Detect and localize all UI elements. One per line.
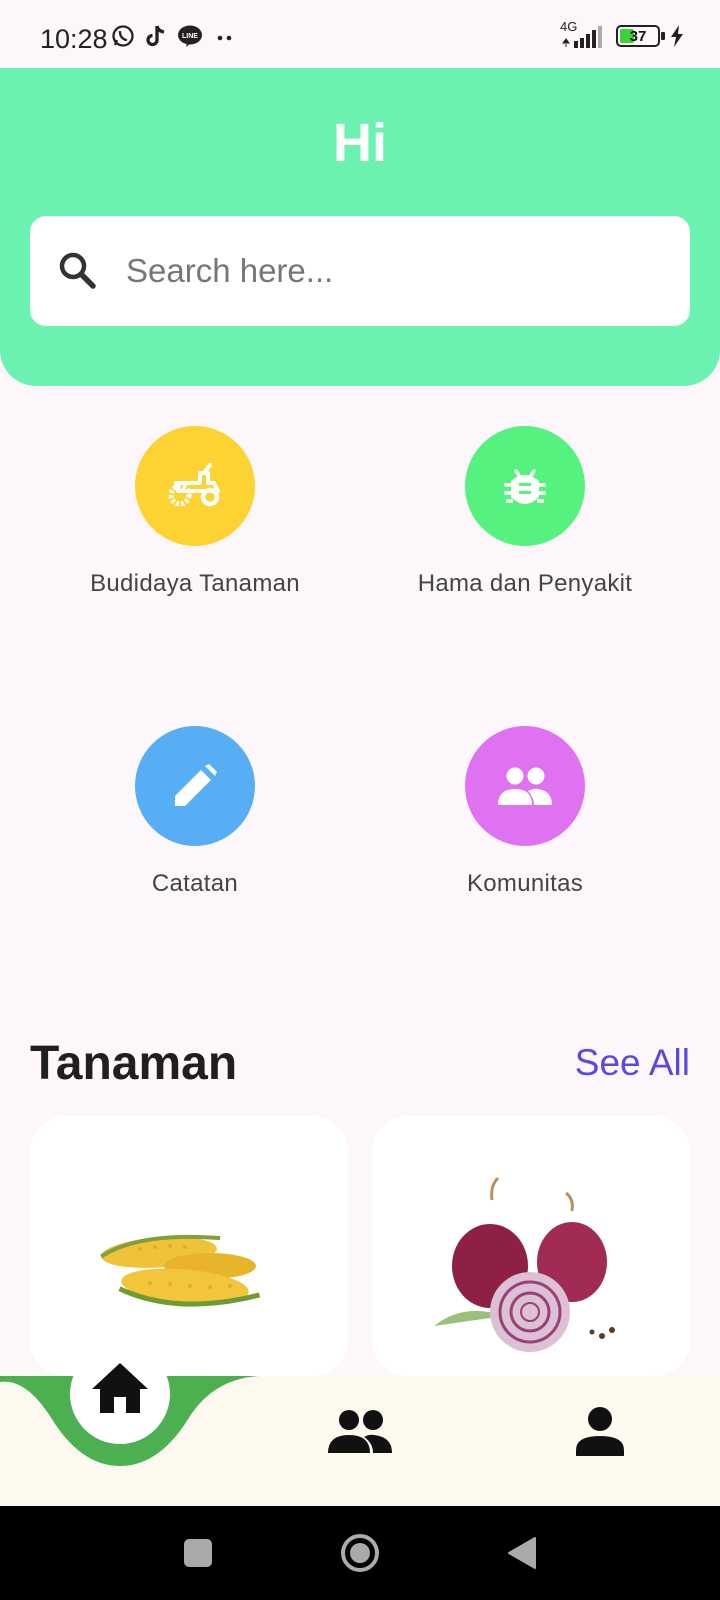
system-navigation-bar	[0, 1506, 720, 1600]
circle-icon	[341, 1534, 379, 1572]
group-icon	[498, 767, 552, 805]
see-all-link[interactable]: See All	[575, 1042, 690, 1084]
menu-label: Hama dan Penyakit	[417, 570, 633, 597]
battery-indicator: 37	[616, 25, 665, 47]
corn-image	[100, 1234, 261, 1307]
whatsapp-icon	[112, 25, 134, 47]
bottom-navigation	[0, 1363, 720, 1506]
home-icon	[92, 1363, 148, 1413]
menu-icon-circle[interactable]	[465, 426, 585, 546]
search-icon	[59, 252, 96, 289]
pencil-icon	[175, 764, 217, 806]
square-icon	[184, 1539, 212, 1567]
status-app-icons: LINE	[111, 24, 237, 48]
tractor-icon	[168, 463, 220, 507]
line-icon: LINE	[178, 25, 202, 47]
menu-catatan[interactable]: Catatan	[30, 726, 360, 898]
tiktok-icon	[146, 25, 165, 47]
menu-label: Budidaya Tanaman	[90, 570, 300, 597]
menu-budidaya-tanaman[interactable]: Budidaya Tanaman	[30, 426, 360, 598]
nav-profile-button[interactable]	[560, 1396, 640, 1466]
status-bar: 10:28 LINE 4G 37	[0, 0, 720, 68]
svg-text:LINE: LINE	[182, 33, 198, 40]
plant-card-corn[interactable]	[30, 1116, 348, 1376]
search-input[interactable]	[126, 244, 666, 298]
menu-icon-circle[interactable]	[465, 726, 585, 846]
community-icon	[328, 1410, 392, 1453]
signal-icon	[562, 26, 602, 48]
menu-icon-circle[interactable]	[135, 426, 255, 546]
red-onion-image	[434, 1176, 615, 1352]
back-triangle-icon	[508, 1537, 536, 1569]
more-dots-icon	[217, 35, 232, 41]
charging-icon	[671, 25, 683, 47]
nav-community-button[interactable]	[320, 1396, 400, 1466]
battery-level: 37	[629, 27, 647, 45]
profile-icon	[576, 1407, 624, 1456]
signal-indicator: 4G	[560, 19, 606, 50]
search-box[interactable]	[30, 216, 690, 326]
section-title: Tanaman	[30, 1037, 238, 1090]
menu-hama-dan-penyakit[interactable]: Hama dan Penyakit	[360, 426, 690, 598]
back-button[interactable]	[482, 1506, 562, 1600]
status-right: 4G 37	[560, 19, 684, 50]
status-time: 10:28	[40, 24, 108, 54]
nav-home-button[interactable]	[80, 1348, 160, 1428]
header: Hi	[0, 68, 720, 386]
recent-apps-button[interactable]	[158, 1506, 238, 1600]
greeting-title: Hi	[333, 113, 387, 173]
menu-icon-circle[interactable]	[135, 726, 255, 846]
bug-icon	[504, 469, 546, 504]
plant-card-onion[interactable]	[372, 1116, 690, 1376]
menu-komunitas[interactable]: Komunitas	[360, 726, 690, 898]
menu-label: Komunitas	[466, 870, 584, 897]
home-system-button[interactable]	[320, 1506, 400, 1600]
menu-label: Catatan	[151, 870, 239, 897]
